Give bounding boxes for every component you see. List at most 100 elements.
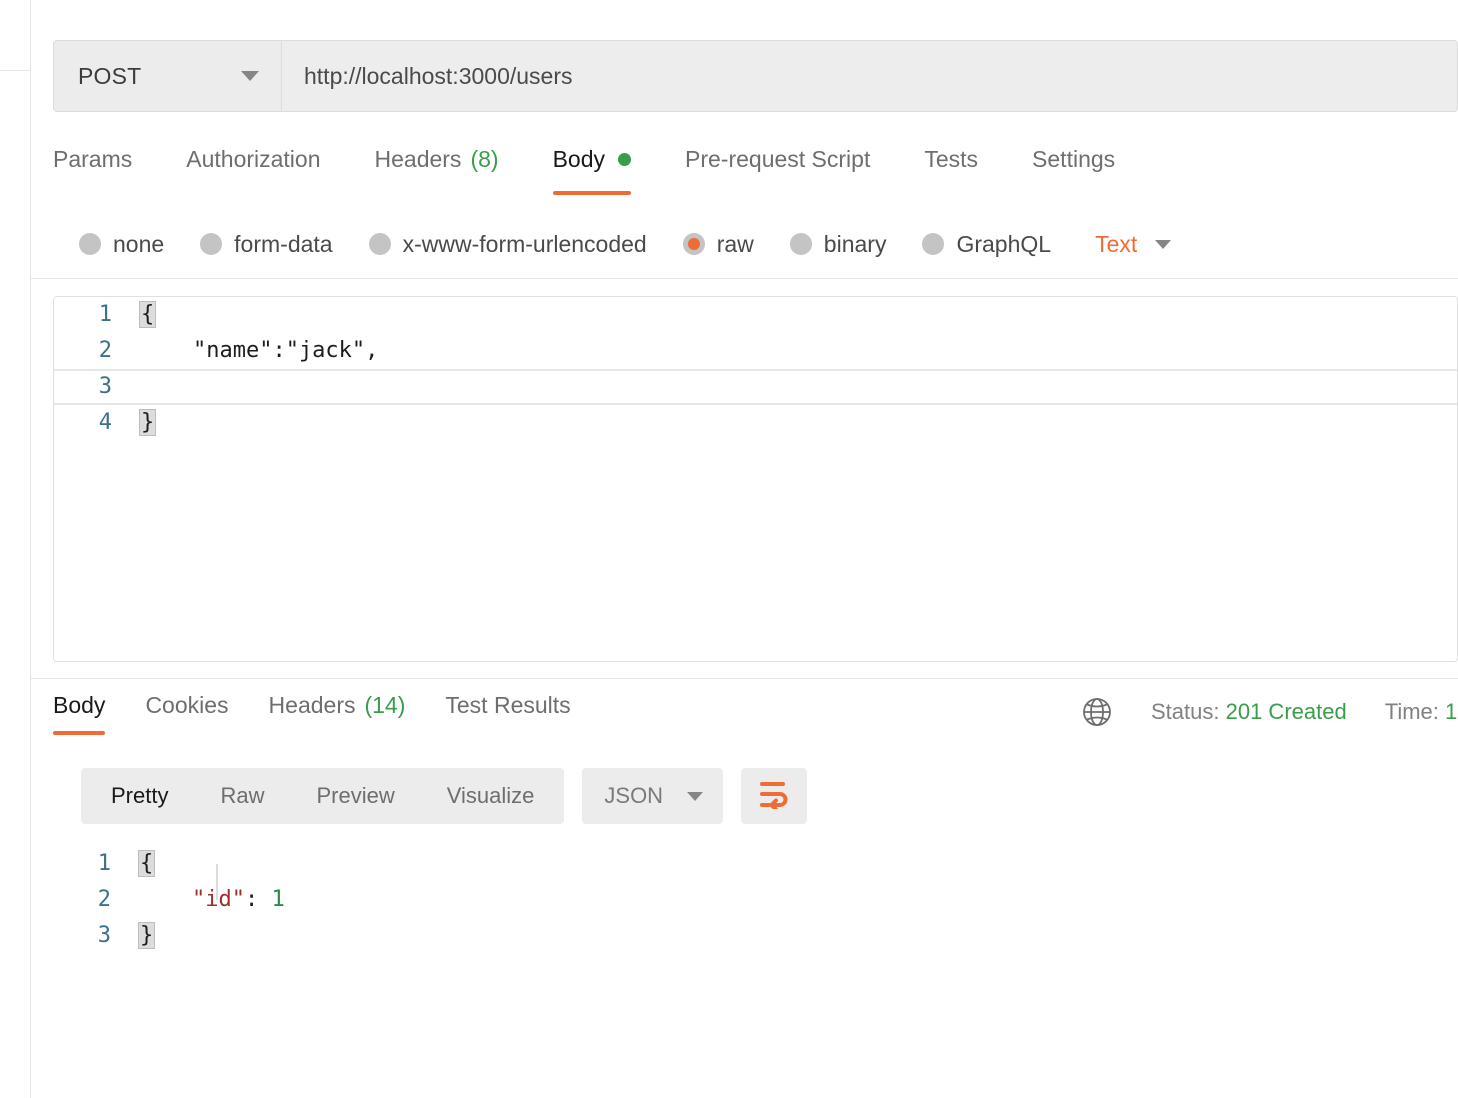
top-divider-stub xyxy=(0,70,30,71)
code-line: 2 "name":"jack", xyxy=(54,333,1457,369)
body-type-radio-group: none form-data x-www-form-urlencoded raw… xyxy=(79,222,1172,266)
time-badge: Time: 10 xyxy=(1385,699,1458,725)
response-code-line-text: } xyxy=(137,922,156,949)
radio-icon xyxy=(789,233,812,255)
response-tab-test-results[interactable]: Test Results xyxy=(445,692,570,719)
radio-selected-icon xyxy=(682,233,705,255)
tab-pre-request-script-label: Pre-request Script xyxy=(685,146,871,172)
body-type-binary-label: binary xyxy=(823,230,887,257)
radio-icon xyxy=(368,233,391,255)
line-number: 4 xyxy=(98,410,112,435)
body-options-divider xyxy=(31,278,1458,279)
code-line-text: } xyxy=(138,409,157,436)
tab-settings-label: Settings xyxy=(1032,146,1116,172)
body-type-none[interactable]: none xyxy=(79,231,164,258)
line-number: 1 xyxy=(98,302,112,327)
tab-settings[interactable]: Settings xyxy=(1032,140,1115,173)
time-value: 10 xyxy=(1445,699,1458,724)
body-type-form-data-label: form-data xyxy=(234,230,333,257)
line-number: 1 xyxy=(97,851,111,876)
code-line: 4 } xyxy=(54,405,1457,441)
status-badge: Status: 201 Created xyxy=(1151,699,1347,725)
response-tab-headers-label: Headers xyxy=(268,692,356,718)
tab-tests-label: Tests xyxy=(924,146,979,172)
raw-format-label: Text xyxy=(1095,230,1138,257)
chevron-down-icon xyxy=(241,71,259,81)
response-tabs: Body Cookies Headers (14) Test Results xyxy=(53,692,611,735)
tab-body-label: Body xyxy=(552,146,605,172)
json-colon: : xyxy=(244,887,259,912)
view-mode-preview[interactable]: Preview xyxy=(290,768,420,824)
word-wrap-toggle[interactable] xyxy=(741,768,808,824)
json-key: "id" xyxy=(191,887,245,912)
radio-icon xyxy=(922,233,945,255)
tab-params[interactable]: Params xyxy=(53,140,132,173)
request-code: 1 { 2 "name":"jack", 3 4 } xyxy=(54,297,1457,441)
response-view-mode-group: Pretty Raw Preview Visualize xyxy=(81,768,565,824)
code-line: 1 { xyxy=(54,297,1457,333)
tab-tests[interactable]: Tests xyxy=(924,140,978,173)
body-type-graphql-label: GraphQL xyxy=(956,230,1052,257)
body-type-raw-label: raw xyxy=(716,230,754,257)
tab-headers[interactable]: Headers (8) xyxy=(375,140,499,173)
tab-pre-request-script[interactable]: Pre-request Script xyxy=(685,140,870,173)
chevron-down-icon xyxy=(687,791,704,801)
response-tab-headers[interactable]: Headers (14) xyxy=(269,692,406,719)
tab-authorization[interactable]: Authorization xyxy=(186,140,320,173)
radio-icon xyxy=(200,233,223,255)
json-value: 1 xyxy=(258,887,285,912)
body-type-binary[interactable]: binary xyxy=(789,230,887,258)
code-line-text: { xyxy=(138,301,157,328)
response-view-toolbar: Pretty Raw Preview Visualize JSON xyxy=(81,768,808,824)
url-bar: POST http://localhost:3000/users xyxy=(53,40,1458,112)
globe-icon[interactable] xyxy=(1081,696,1113,728)
url-input[interactable]: http://localhost:3000/users xyxy=(282,41,1457,111)
response-code-line: 3 } xyxy=(53,918,1458,954)
status-value: 201 Created xyxy=(1225,699,1347,724)
view-mode-visualize[interactable]: Visualize xyxy=(421,768,561,824)
raw-format-select[interactable]: Text xyxy=(1095,230,1172,258)
response-body-viewer[interactable]: 1 { 2 "id": 1 3 } xyxy=(53,846,1458,954)
view-mode-raw[interactable]: Raw xyxy=(194,768,290,824)
code-line-text: "name":"jack", xyxy=(140,338,379,363)
body-type-urlencoded-label: x-www-form-urlencoded xyxy=(402,230,647,257)
tab-body[interactable]: Body xyxy=(552,140,631,195)
response-language-label: JSON xyxy=(604,783,664,808)
response-tab-cookies-label: Cookies xyxy=(145,692,229,718)
tab-headers-label: Headers xyxy=(374,146,462,172)
response-code-line: 1 { xyxy=(53,846,1458,882)
request-tabs: Params Authorization Headers (8) Body Pr… xyxy=(53,140,1169,202)
response-language-select[interactable]: JSON xyxy=(582,768,724,824)
response-tab-test-results-label: Test Results xyxy=(445,692,571,718)
body-type-graphql[interactable]: GraphQL xyxy=(922,231,1051,258)
http-method-select[interactable]: POST xyxy=(54,41,282,111)
response-tab-body-label: Body xyxy=(53,692,106,718)
response-tab-body[interactable]: Body xyxy=(53,692,106,735)
response-code-line-text: "id": 1 xyxy=(139,882,285,918)
body-type-urlencoded[interactable]: x-www-form-urlencoded xyxy=(368,230,647,258)
response-code-line: 2 "id": 1 xyxy=(53,882,1458,918)
line-number: 2 xyxy=(97,887,111,912)
body-type-none-label: none xyxy=(113,230,165,257)
word-wrap-icon xyxy=(757,779,791,814)
radio-icon xyxy=(79,233,101,255)
code-line-active: 3 xyxy=(54,369,1457,405)
time-label: Time: xyxy=(1384,699,1439,724)
response-tab-cookies[interactable]: Cookies xyxy=(145,692,228,719)
view-mode-pretty[interactable]: Pretty xyxy=(85,768,194,824)
request-response-divider xyxy=(31,678,1458,679)
tab-body-active-underline xyxy=(552,191,631,195)
body-present-indicator-dot xyxy=(618,153,631,166)
tab-params-label: Params xyxy=(53,146,133,172)
response-tab-headers-count: (14) xyxy=(364,692,406,718)
request-response-workspace: POST http://localhost:3000/users Params … xyxy=(31,0,1458,1098)
request-body-editor[interactable]: 1 { 2 "name":"jack", 3 4 } xyxy=(53,296,1458,662)
body-type-form-data[interactable]: form-data xyxy=(200,230,333,258)
tab-authorization-label: Authorization xyxy=(186,146,321,172)
body-type-raw[interactable]: raw xyxy=(682,230,754,258)
response-code: 1 { 2 "id": 1 3 } xyxy=(53,846,1458,954)
tab-headers-count: (8) xyxy=(470,146,499,172)
line-number: 3 xyxy=(97,923,111,948)
status-label: Status: xyxy=(1151,699,1220,724)
response-tab-body-active-underline xyxy=(53,731,106,735)
